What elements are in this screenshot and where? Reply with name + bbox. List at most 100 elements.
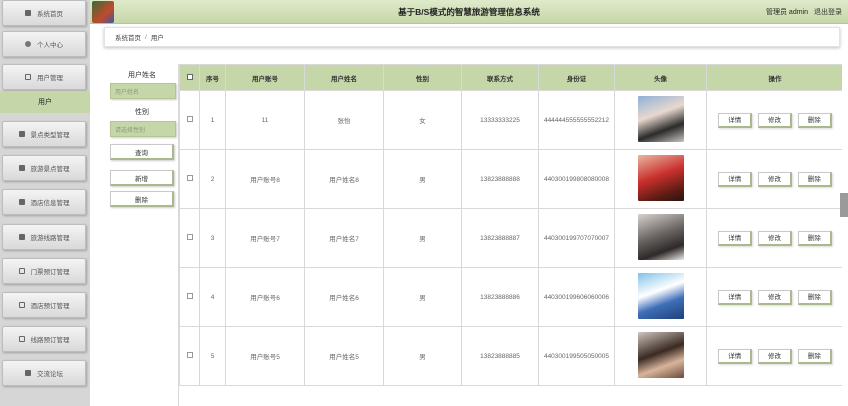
column-header: 联系方式 xyxy=(461,64,539,91)
avatar xyxy=(637,273,684,319)
sidebar-item-label: 酒店信息管理 xyxy=(30,200,70,207)
cell-index: 1 xyxy=(199,90,226,150)
sidebar-item-ticket-booking[interactable]: 门票预订管理 xyxy=(2,258,86,284)
person-icon xyxy=(25,41,31,47)
sliders-icon xyxy=(25,74,31,80)
delete-button[interactable]: 删除 xyxy=(797,112,832,128)
breadcrumb-home[interactable]: 系统首页 xyxy=(115,32,141,42)
cell-index: 4 xyxy=(199,267,226,327)
sidebar-item-scenic-spot[interactable]: 旅游景点管理 xyxy=(2,155,86,181)
avatar xyxy=(637,96,684,142)
delete-button[interactable]: 删除 xyxy=(797,230,832,246)
grid-icon xyxy=(18,336,25,342)
detail-button[interactable]: 详情 xyxy=(718,230,753,246)
delete-button[interactable]: 删除 xyxy=(797,171,832,187)
name-search-input[interactable]: 用户姓名 xyxy=(110,83,176,99)
sidebar-item-label: 旅游线路管理 xyxy=(30,235,70,242)
row-checkbox[interactable] xyxy=(186,175,193,181)
table-header-row: 序号 用户账号 用户姓名 性别 联系方式 身份证 头像 操作 xyxy=(179,64,842,91)
header-select-all[interactable] xyxy=(179,64,200,91)
table-row: 1 11 张怡 女 13333333225 444444555555552212… xyxy=(179,90,842,150)
cell-account: 用户账号8 xyxy=(225,149,305,209)
sidebar-item-label: 酒店预订管理 xyxy=(30,303,70,310)
sidebar-item-scenic-type[interactable]: 景点类型管理 xyxy=(2,121,86,147)
cell-gender: 男 xyxy=(383,326,462,386)
sidebar-item-forum[interactable]: 交流论坛 xyxy=(2,360,86,386)
table-row: 4 用户账号6 用户姓名6 男 13823888886 440300199606… xyxy=(179,267,842,327)
column-header: 操作 xyxy=(706,64,842,91)
sidebar-item-label: 用户管理 xyxy=(37,75,63,82)
gender-select[interactable]: 请选择性别 xyxy=(110,121,176,137)
sidebar-item-route[interactable]: 旅游线路管理 xyxy=(2,224,86,250)
sidebar-item-label: 系统首页 xyxy=(37,11,63,18)
sidebar-item-label: 景点类型管理 xyxy=(30,132,70,139)
detail-button[interactable]: 详情 xyxy=(718,171,753,187)
current-user: 管理员 admin xyxy=(765,9,808,16)
avatar xyxy=(637,214,684,260)
cell-account: 11 xyxy=(225,90,305,150)
sidebar-item-user-management[interactable]: 用户管理 xyxy=(2,64,86,90)
cell-name: 用户姓名7 xyxy=(304,208,384,268)
sidebar-item-label: 个人中心 xyxy=(37,42,63,49)
detail-button[interactable]: 详情 xyxy=(718,112,753,128)
name-label: 用户姓名 xyxy=(128,72,156,79)
column-header: 性别 xyxy=(383,64,462,91)
row-checkbox[interactable] xyxy=(186,293,193,299)
picture-icon xyxy=(18,165,25,171)
query-button[interactable]: 查询 xyxy=(110,144,174,160)
column-header: 用户账号 xyxy=(225,64,305,91)
cell-gender: 女 xyxy=(383,90,462,150)
cell-name: 用户姓名5 xyxy=(304,326,384,386)
cell-gender: 男 xyxy=(383,267,462,327)
gender-label: 性别 xyxy=(135,109,149,116)
column-header: 身份证 xyxy=(538,64,615,91)
sidebar-subitem-user[interactable]: 用户 xyxy=(0,91,90,113)
user-table: 序号 用户账号 用户姓名 性别 联系方式 身份证 头像 操作 1 11 张怡 女… xyxy=(178,64,842,406)
logout-link[interactable]: 退出登录 xyxy=(814,7,842,17)
avatar xyxy=(637,332,684,378)
avatar xyxy=(637,155,684,201)
row-checkbox[interactable] xyxy=(186,234,193,240)
sidebar-item-route-booking[interactable]: 线路预订管理 xyxy=(2,326,86,352)
detail-button[interactable]: 详情 xyxy=(718,289,753,305)
breadcrumb: 系统首页 / 用户 xyxy=(104,27,840,47)
delete-button[interactable]: 删除 xyxy=(797,348,832,364)
table-row: 3 用户账号7 用户姓名7 男 13823888887 440300199707… xyxy=(179,208,842,268)
grid-icon xyxy=(18,268,25,274)
cell-gender: 男 xyxy=(383,208,462,268)
detail-button[interactable]: 详情 xyxy=(718,348,753,364)
edit-button[interactable]: 修改 xyxy=(758,230,792,246)
breadcrumb-separator: / xyxy=(145,33,147,41)
cell-id-card: 440300199808080008 xyxy=(538,149,615,209)
sidebar-item-label: 线路预订管理 xyxy=(30,337,70,344)
monitor-icon xyxy=(18,199,25,205)
cell-phone: 13823888888 xyxy=(461,149,539,209)
sidebar-item-label: 交流论坛 xyxy=(37,371,63,378)
sidebar-item-hotel-booking[interactable]: 酒店预订管理 xyxy=(2,292,86,318)
cell-phone: 13823888885 xyxy=(461,326,539,386)
delete-button[interactable]: 删除 xyxy=(797,289,832,305)
sidebar-item-label: 门票预订管理 xyxy=(30,269,70,276)
row-checkbox[interactable] xyxy=(186,352,193,358)
home-icon xyxy=(25,370,31,376)
monitor-icon xyxy=(18,131,25,137)
select-all-checkbox[interactable] xyxy=(186,73,193,80)
sidebar-item-home[interactable]: 系统首页 xyxy=(2,0,86,26)
edit-button[interactable]: 修改 xyxy=(758,289,792,305)
cell-account: 用户账号6 xyxy=(225,267,305,327)
cell-phone: 13333333225 xyxy=(461,90,539,150)
page-scrollbar-thumb[interactable] xyxy=(840,193,848,217)
add-button[interactable]: 新增 xyxy=(110,170,174,186)
edit-button[interactable]: 修改 xyxy=(758,348,792,364)
edit-button[interactable]: 修改 xyxy=(758,171,792,187)
sidebar-item-hotel-info[interactable]: 酒店信息管理 xyxy=(2,189,86,215)
delete-selected-button[interactable]: 删除 xyxy=(110,191,174,207)
row-checkbox[interactable] xyxy=(186,116,193,122)
cell-id-card: 440300199505050005 xyxy=(538,326,615,386)
edit-button[interactable]: 修改 xyxy=(758,112,792,128)
cell-id-card: 440300199707070007 xyxy=(538,208,615,268)
sidebar-item-profile[interactable]: 个人中心 xyxy=(2,31,86,57)
chart-icon xyxy=(18,234,25,240)
cell-phone: 13823888886 xyxy=(461,267,539,327)
cell-name: 张怡 xyxy=(304,90,384,150)
